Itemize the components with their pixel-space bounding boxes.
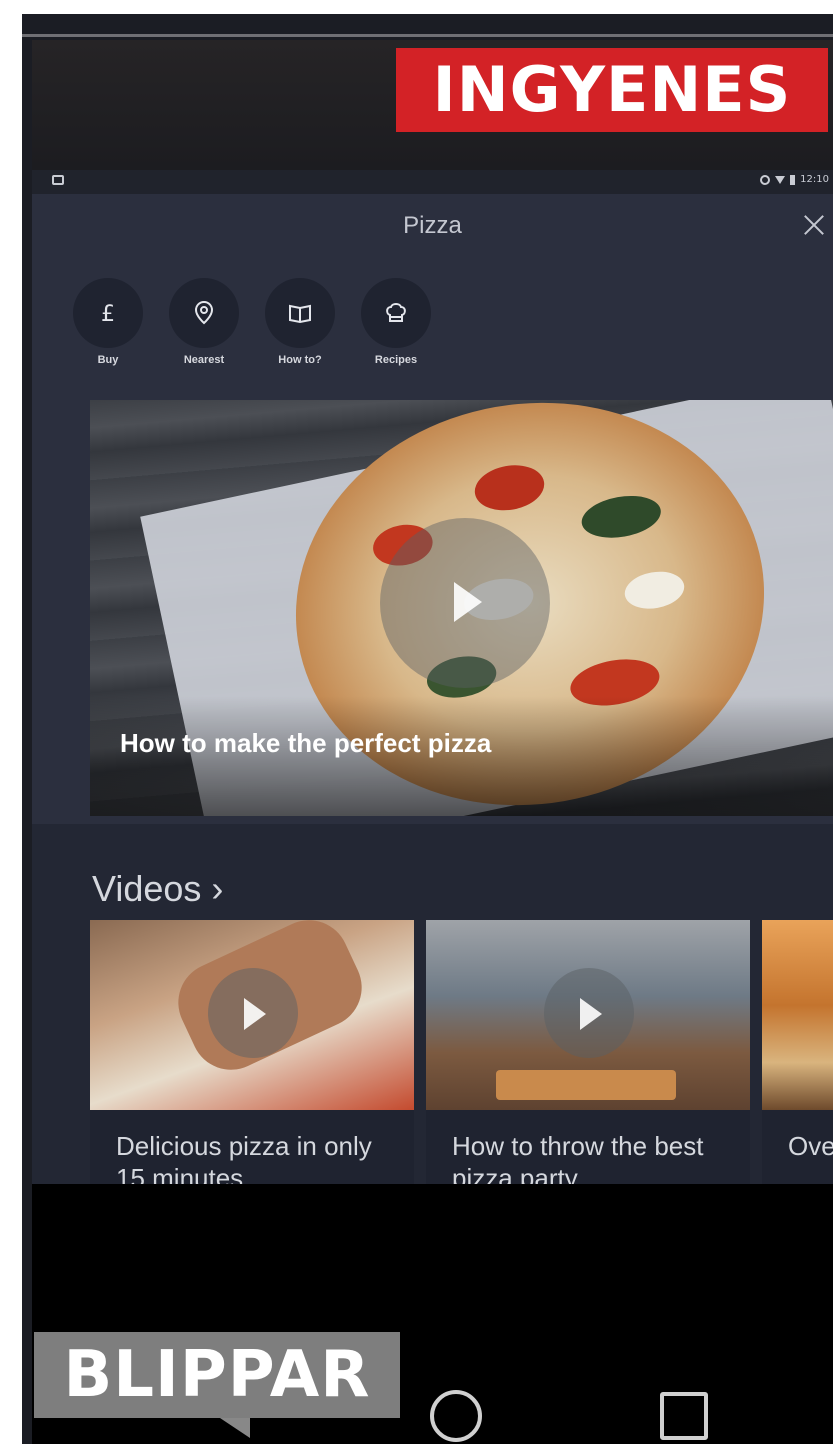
screenshot-notification-icon xyxy=(52,175,64,185)
video-card[interactable]: How to throw the best pizza party xyxy=(426,920,750,1184)
topping xyxy=(578,490,665,544)
home-icon[interactable] xyxy=(430,1390,482,1442)
pound-icon: £ xyxy=(73,278,143,348)
status-time: 12:10 xyxy=(800,174,829,185)
action-buy[interactable]: £ Buy xyxy=(60,278,156,366)
featured-video-card[interactable]: How to make the perfect pizza xyxy=(90,400,833,816)
app-name-badge: BLIPPAR xyxy=(34,1332,400,1418)
video-title: How to throw the best pizza party xyxy=(452,1131,704,1184)
app-header: Pizza xyxy=(32,194,833,260)
videos-section: Videos › Delicious pizza in only 15 minu… xyxy=(32,824,833,1184)
frame-top-edge xyxy=(22,34,833,37)
topping xyxy=(471,460,548,516)
action-label: How to? xyxy=(278,354,322,366)
blippar-result-screen: Pizza £ Buy Nearest How to? Recipes How … xyxy=(32,194,833,1184)
page-title: Pizza xyxy=(403,212,462,239)
status-bar-right: 12:10 xyxy=(760,174,829,185)
topping xyxy=(621,567,688,614)
sync-icon xyxy=(760,174,771,185)
video-thumbnail xyxy=(762,920,833,1110)
wifi-icon xyxy=(775,175,786,184)
play-icon[interactable] xyxy=(544,968,634,1058)
svg-text:£: £ xyxy=(101,302,115,327)
video-thumbnail xyxy=(426,920,750,1110)
recent-apps-icon[interactable] xyxy=(660,1392,708,1440)
location-pin-icon xyxy=(169,278,239,348)
close-button[interactable] xyxy=(793,206,833,246)
free-badge: INGYENES xyxy=(396,48,828,132)
video-thumbnail xyxy=(90,920,414,1110)
action-recipes[interactable]: Recipes xyxy=(348,278,444,366)
action-label: Recipes xyxy=(374,354,418,366)
battery-icon xyxy=(790,174,796,185)
action-label: Buy xyxy=(97,354,119,366)
video-card[interactable]: Delicious pizza in only 15 minutes xyxy=(90,920,414,1184)
action-how-to[interactable]: How to? xyxy=(252,278,348,366)
pizza-board-image xyxy=(496,1070,676,1100)
chef-hat-icon xyxy=(361,278,431,348)
videos-heading-link[interactable]: Videos › xyxy=(92,868,223,910)
play-icon[interactable] xyxy=(208,968,298,1058)
action-nearest[interactable]: Nearest xyxy=(156,278,252,366)
play-icon[interactable] xyxy=(380,518,550,688)
video-title: Delicious pizza in only 15 minutes xyxy=(116,1131,372,1184)
quick-actions: £ Buy Nearest How to? Recipes xyxy=(60,278,444,366)
status-bar: 12:10 xyxy=(32,170,833,194)
action-label: Nearest xyxy=(183,354,225,366)
video-title: Ove pizz xyxy=(788,1131,833,1161)
video-card[interactable]: Ove pizz xyxy=(762,920,833,1184)
open-book-icon xyxy=(265,278,335,348)
featured-video-title: How to make the perfect pizza xyxy=(120,728,492,758)
